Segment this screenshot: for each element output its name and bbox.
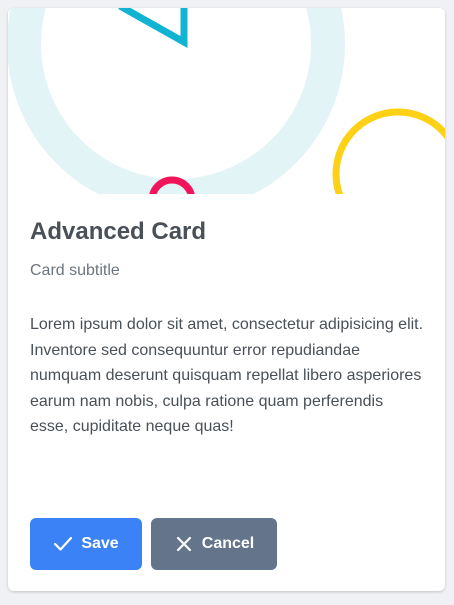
decorative-shapes-illustration (8, 8, 445, 194)
triangle-shape (118, 8, 188, 48)
card-body: Advanced Card Card subtitle Lorem ipsum … (30, 218, 425, 440)
card-subtitle: Card subtitle (30, 261, 120, 279)
save-button-label: Save (81, 535, 119, 552)
card: Advanced Card Card subtitle Lorem ipsum … (8, 8, 445, 591)
card-header-image (8, 8, 445, 194)
card-content: Lorem ipsum dolor sit amet, consectetur … (30, 315, 424, 436)
card-title: Advanced Card (30, 218, 207, 245)
save-button[interactable]: Save (30, 518, 142, 570)
yellow-ring-shape (332, 108, 445, 194)
close-icon (174, 534, 194, 554)
card-footer: Save Cancel (30, 518, 277, 570)
check-icon (53, 534, 73, 554)
cancel-button-label: Cancel (201, 535, 255, 552)
cancel-button[interactable]: Cancel (151, 518, 277, 570)
